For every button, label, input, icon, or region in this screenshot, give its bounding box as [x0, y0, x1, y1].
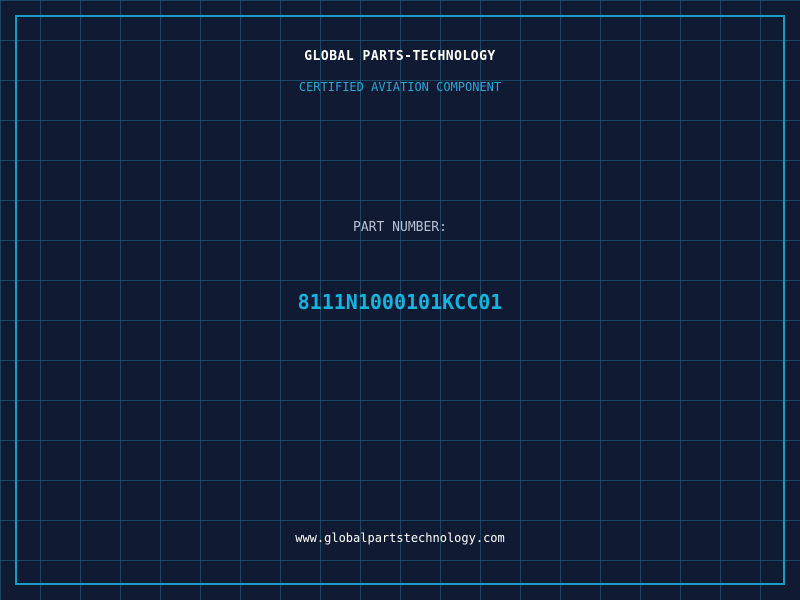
company-name: GLOBAL PARTS-TECHNOLOGY [304, 49, 496, 64]
tagline: CERTIFIED AVIATION COMPONENT [298, 80, 502, 94]
part-number-value: 8111N1000101KCC01 [297, 290, 503, 314]
website-url[interactable]: www.globalpartstechnology.com [0, 531, 800, 545]
part-number-label: PART NUMBER: [353, 220, 447, 235]
